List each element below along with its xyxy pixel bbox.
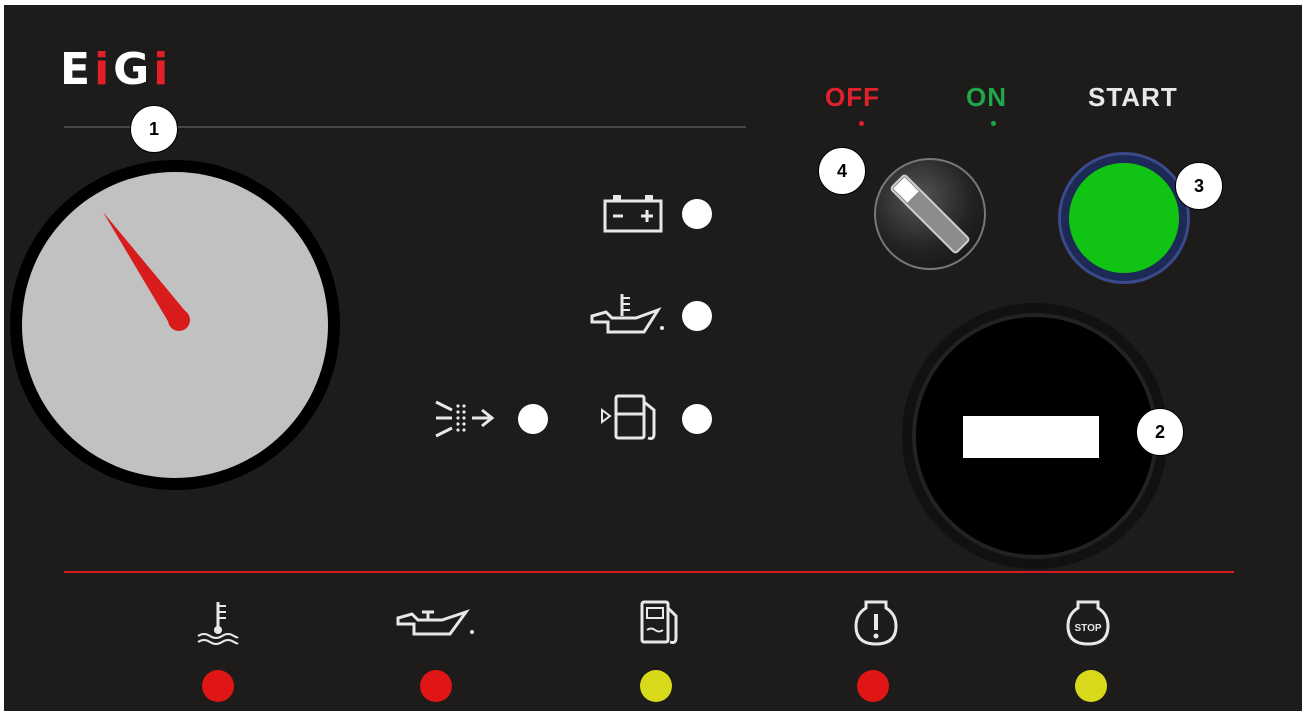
fuel-level-led [682,404,712,434]
on-marker [991,121,996,126]
hour-meter-display [963,416,1099,458]
on-label: ON [966,82,1007,112]
analog-gauge [10,160,340,490]
engine-stop-lamp [1075,670,1107,702]
off-label: OFF [825,82,880,112]
fuel-icon [640,600,678,644]
engine-fault-lamp [857,670,889,702]
oil-temperature-icon [590,294,664,334]
start-button[interactable] [1058,152,1190,284]
coolant-temperature-icon [197,602,239,645]
fuel-pump-icon [601,394,656,440]
fuel-lamp [640,670,672,702]
air-filter-led [518,404,548,434]
battery-led [682,199,712,229]
oil-pressure-icon [396,609,474,636]
key-switch[interactable] [874,158,986,270]
start-label: START [1088,82,1178,112]
elgi-logo: EiGi [60,44,173,95]
off-marker [859,121,864,126]
coolant-temperature-lamp [202,670,234,702]
callout-hour-meter: 2 [1136,408,1184,456]
warning-divider [64,571,1234,573]
start-button-face [1069,163,1179,273]
oil-pressure-lamp [420,670,452,702]
battery-icon [603,195,663,233]
air-filter-icon [435,400,495,438]
svg-text:STOP: STOP [1074,623,1101,634]
engine-stop-icon: STOP [1066,600,1110,646]
gauge-needle [103,212,190,331]
engine-fault-icon [854,600,898,646]
callout-start-button: 3 [1175,162,1223,210]
oil-temperature-led [682,301,712,331]
callout-key-switch: 4 [818,147,866,195]
callout-gauge: 1 [130,105,178,153]
key-slot [890,174,970,254]
